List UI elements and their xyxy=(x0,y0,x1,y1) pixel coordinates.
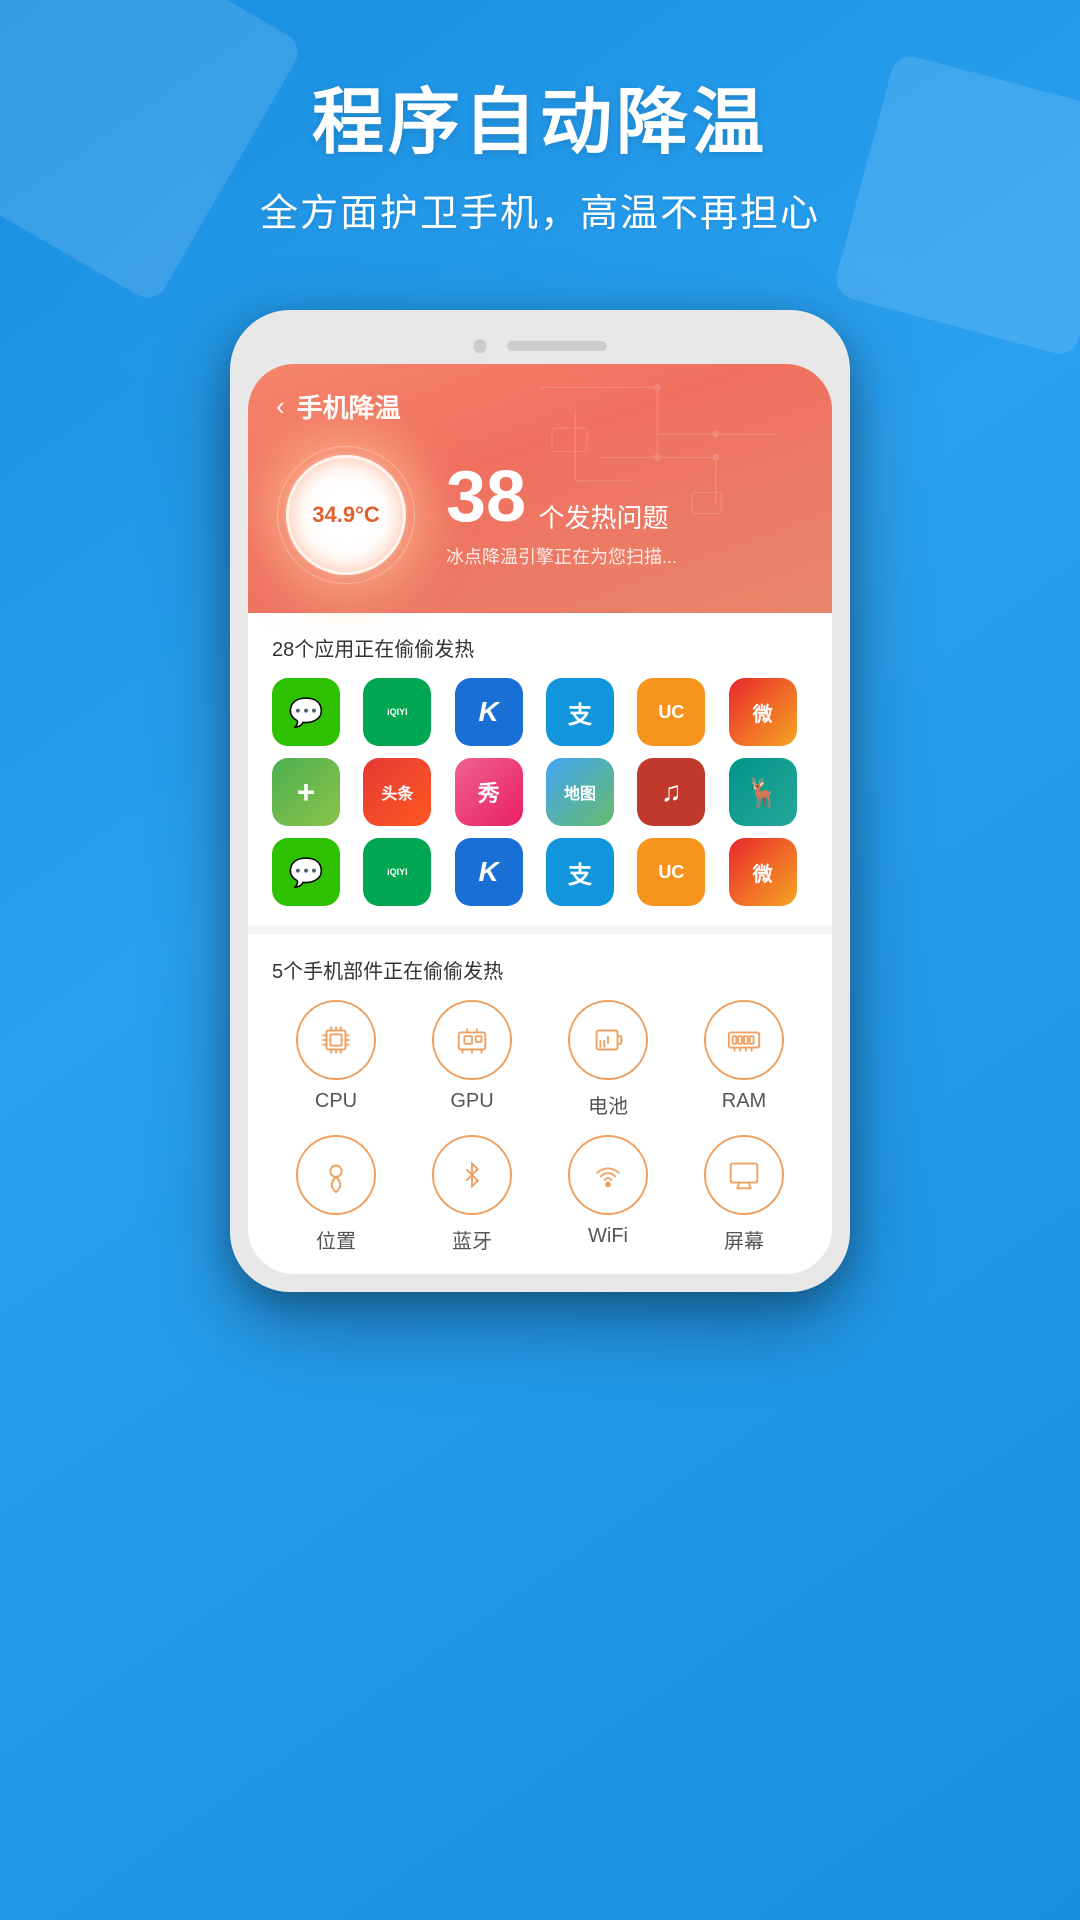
temp-ring: 34.9°C xyxy=(286,455,406,575)
app-icon-网易云: ♫ xyxy=(637,758,705,826)
phone-outer: ‹ 手机降温 34.9°C xyxy=(230,310,850,1292)
phone-topbar xyxy=(248,328,832,364)
hardware-label-wifi: WiFi xyxy=(588,1225,628,1248)
app-icon-微信2: 💬 xyxy=(272,838,340,906)
hardware-label-gpu: GPU xyxy=(450,1090,493,1113)
hardware-icon-screen xyxy=(704,1135,784,1215)
app-icon-UC浏览器: UC xyxy=(637,678,705,746)
issue-label: 个发热问题 xyxy=(539,503,669,533)
temperature-display: 34.9°C xyxy=(276,445,416,585)
app-icon-头条: 头条 xyxy=(363,758,431,826)
phone-mockup: ‹ 手机降温 34.9°C xyxy=(230,310,850,1292)
hardware-icons-row2: 位置 蓝牙 WiFi 屏幕 xyxy=(272,1135,808,1254)
hardware-icon-gpu xyxy=(432,1000,512,1080)
hardware-section-title: 5个手机部件正在偷偷发热 xyxy=(272,955,808,984)
hardware-icon-cpu xyxy=(296,1000,376,1080)
hardware-icon-bluetooth xyxy=(432,1135,512,1215)
hardware-item-battery: 电池 xyxy=(544,1000,672,1119)
app-icon-微博: 微 xyxy=(729,678,797,746)
sub-title: 全方面护卫手机，高温不再担心 xyxy=(0,182,1080,237)
hardware-label-battery: 电池 xyxy=(588,1090,628,1119)
app-title: 手机降温 xyxy=(297,388,401,425)
main-title: 程序自动降温 xyxy=(0,80,1080,166)
app-content: ‹ 手机降温 34.9°C xyxy=(248,364,832,1274)
hardware-label-bluetooth: 蓝牙 xyxy=(452,1225,492,1254)
app-icon-支付宝: 支 xyxy=(546,678,614,746)
app-icon-美秀: 秀 xyxy=(455,758,523,826)
header-section: 程序自动降温 全方面护卫手机，高温不再担心 xyxy=(0,80,1080,237)
hardware-label-cpu: CPU xyxy=(315,1090,357,1113)
hardware-icons-row1: CPU GPU 电池 RAM xyxy=(272,1000,808,1119)
apps-section-title: 28个应用正在偷偷发热 xyxy=(272,633,808,662)
hardware-item-bluetooth: 蓝牙 xyxy=(408,1135,536,1254)
hardware-label-screen: 屏幕 xyxy=(724,1225,764,1254)
app-icon-支付宝2: 支 xyxy=(546,838,614,906)
app-icon-微信: 💬 xyxy=(272,678,340,746)
app-icon-爱奇艺: iQIYI xyxy=(363,678,431,746)
scan-description: 冰点降温引擎正在为您扫描... xyxy=(446,543,804,569)
hardware-item-gpu: GPU xyxy=(408,1000,536,1119)
hardware-item-screen: 屏幕 xyxy=(680,1135,808,1254)
app-icon-爱奇艺2: iQIYI xyxy=(363,838,431,906)
app-icon-酷我2: K xyxy=(455,838,523,906)
hardware-item-ram: RAM xyxy=(680,1000,808,1119)
app-icon-骆驼: 🦌 xyxy=(729,758,797,826)
hardware-item-cpu: CPU xyxy=(272,1000,400,1119)
hardware-item-location: 位置 xyxy=(272,1135,400,1254)
phone-speaker xyxy=(507,341,607,351)
hardware-label-ram: RAM xyxy=(722,1090,766,1113)
back-button[interactable]: ‹ xyxy=(276,391,285,422)
app-icon-UC2: UC xyxy=(637,838,705,906)
app-icon-大众: + xyxy=(272,758,340,826)
hardware-section: 5个手机部件正在偷偷发热 CPU GPU 电池 RAM xyxy=(248,935,832,1274)
hardware-item-wifi: WiFi xyxy=(544,1135,672,1254)
app-title-bar: ‹ 手机降温 xyxy=(276,388,804,425)
app-header-body: 34.9°C 38 个发热问题 冰点降温引擎正在为您扫描... xyxy=(276,445,804,585)
hardware-icon-battery xyxy=(568,1000,648,1080)
hardware-label-location: 位置 xyxy=(316,1225,356,1254)
app-icons-grid: 💬iQIYIK支UC微+头条秀地图♫🦌💬iQIYIK支UC微 xyxy=(272,678,808,906)
phone-screen: ‹ 手机降温 34.9°C xyxy=(248,364,832,1274)
hardware-icon-wifi xyxy=(568,1135,648,1215)
phone-camera xyxy=(473,339,487,353)
app-icon-地图: 地图 xyxy=(546,758,614,826)
issue-info: 38 个发热问题 冰点降温引擎正在为您扫描... xyxy=(446,461,804,569)
issue-count-row: 38 个发热问题 xyxy=(446,461,804,535)
app-icon-酷我: K xyxy=(455,678,523,746)
hardware-icon-ram xyxy=(704,1000,784,1080)
issue-count: 38 xyxy=(446,457,526,537)
app-header: ‹ 手机降温 34.9°C xyxy=(248,364,832,613)
app-icon-微博2: 微 xyxy=(729,838,797,906)
temperature-value: 34.9°C xyxy=(312,502,380,528)
hardware-icon-location xyxy=(296,1135,376,1215)
apps-section: 28个应用正在偷偷发热 💬iQIYIK支UC微+头条秀地图♫🦌💬iQIYIK支U… xyxy=(248,613,832,927)
